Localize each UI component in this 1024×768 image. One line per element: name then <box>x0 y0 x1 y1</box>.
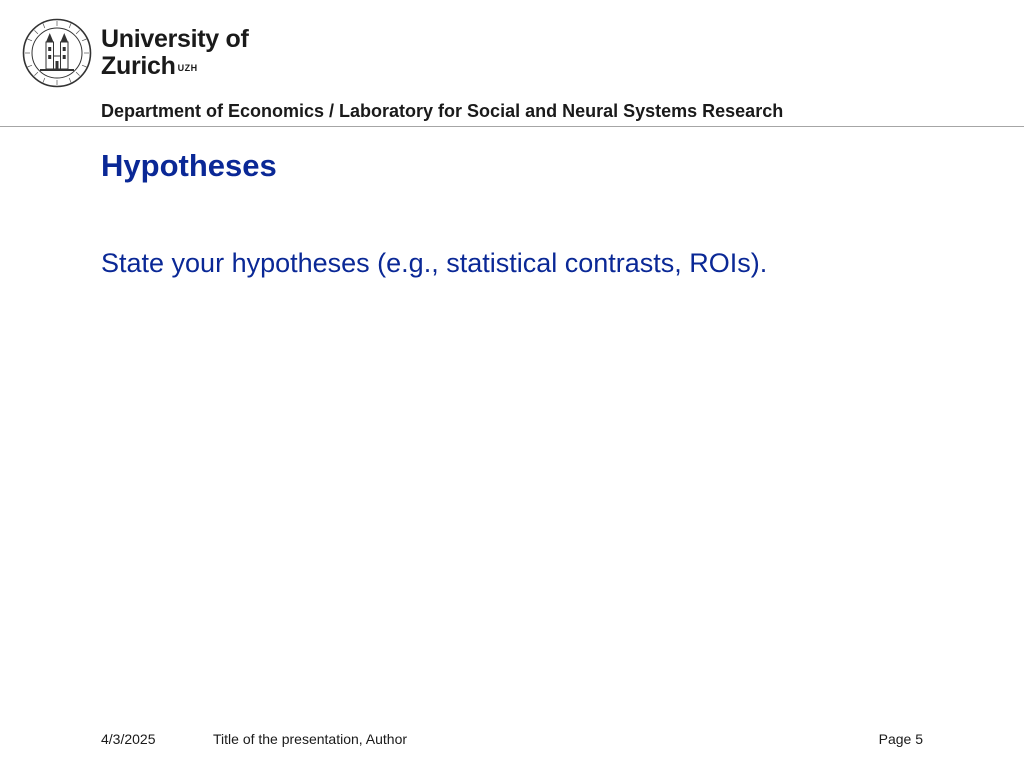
university-wordmark: University of Zurich UZH <box>101 26 249 80</box>
wordmark-zurich: Zurich <box>101 52 176 80</box>
footer-date: 4/3/2025 <box>101 731 156 747</box>
wordmark-line-2: Zurich UZH <box>101 53 249 80</box>
header-divider <box>0 126 1024 127</box>
footer-page-number: Page 5 <box>878 731 923 747</box>
slide-title: Hypotheses <box>101 148 277 183</box>
slide: University of Zurich UZH Department of Ec… <box>0 0 1024 768</box>
wordmark-line-1: University of <box>101 25 249 53</box>
slide-body-text: State your hypotheses (e.g., statistical… <box>101 248 768 278</box>
wordmark-suffix: UZH <box>177 63 198 73</box>
university-seal-icon <box>22 18 92 88</box>
footer-presentation-title: Title of the presentation, Author <box>213 731 408 747</box>
department-header: Department of Economics / Laboratory for… <box>101 101 784 121</box>
